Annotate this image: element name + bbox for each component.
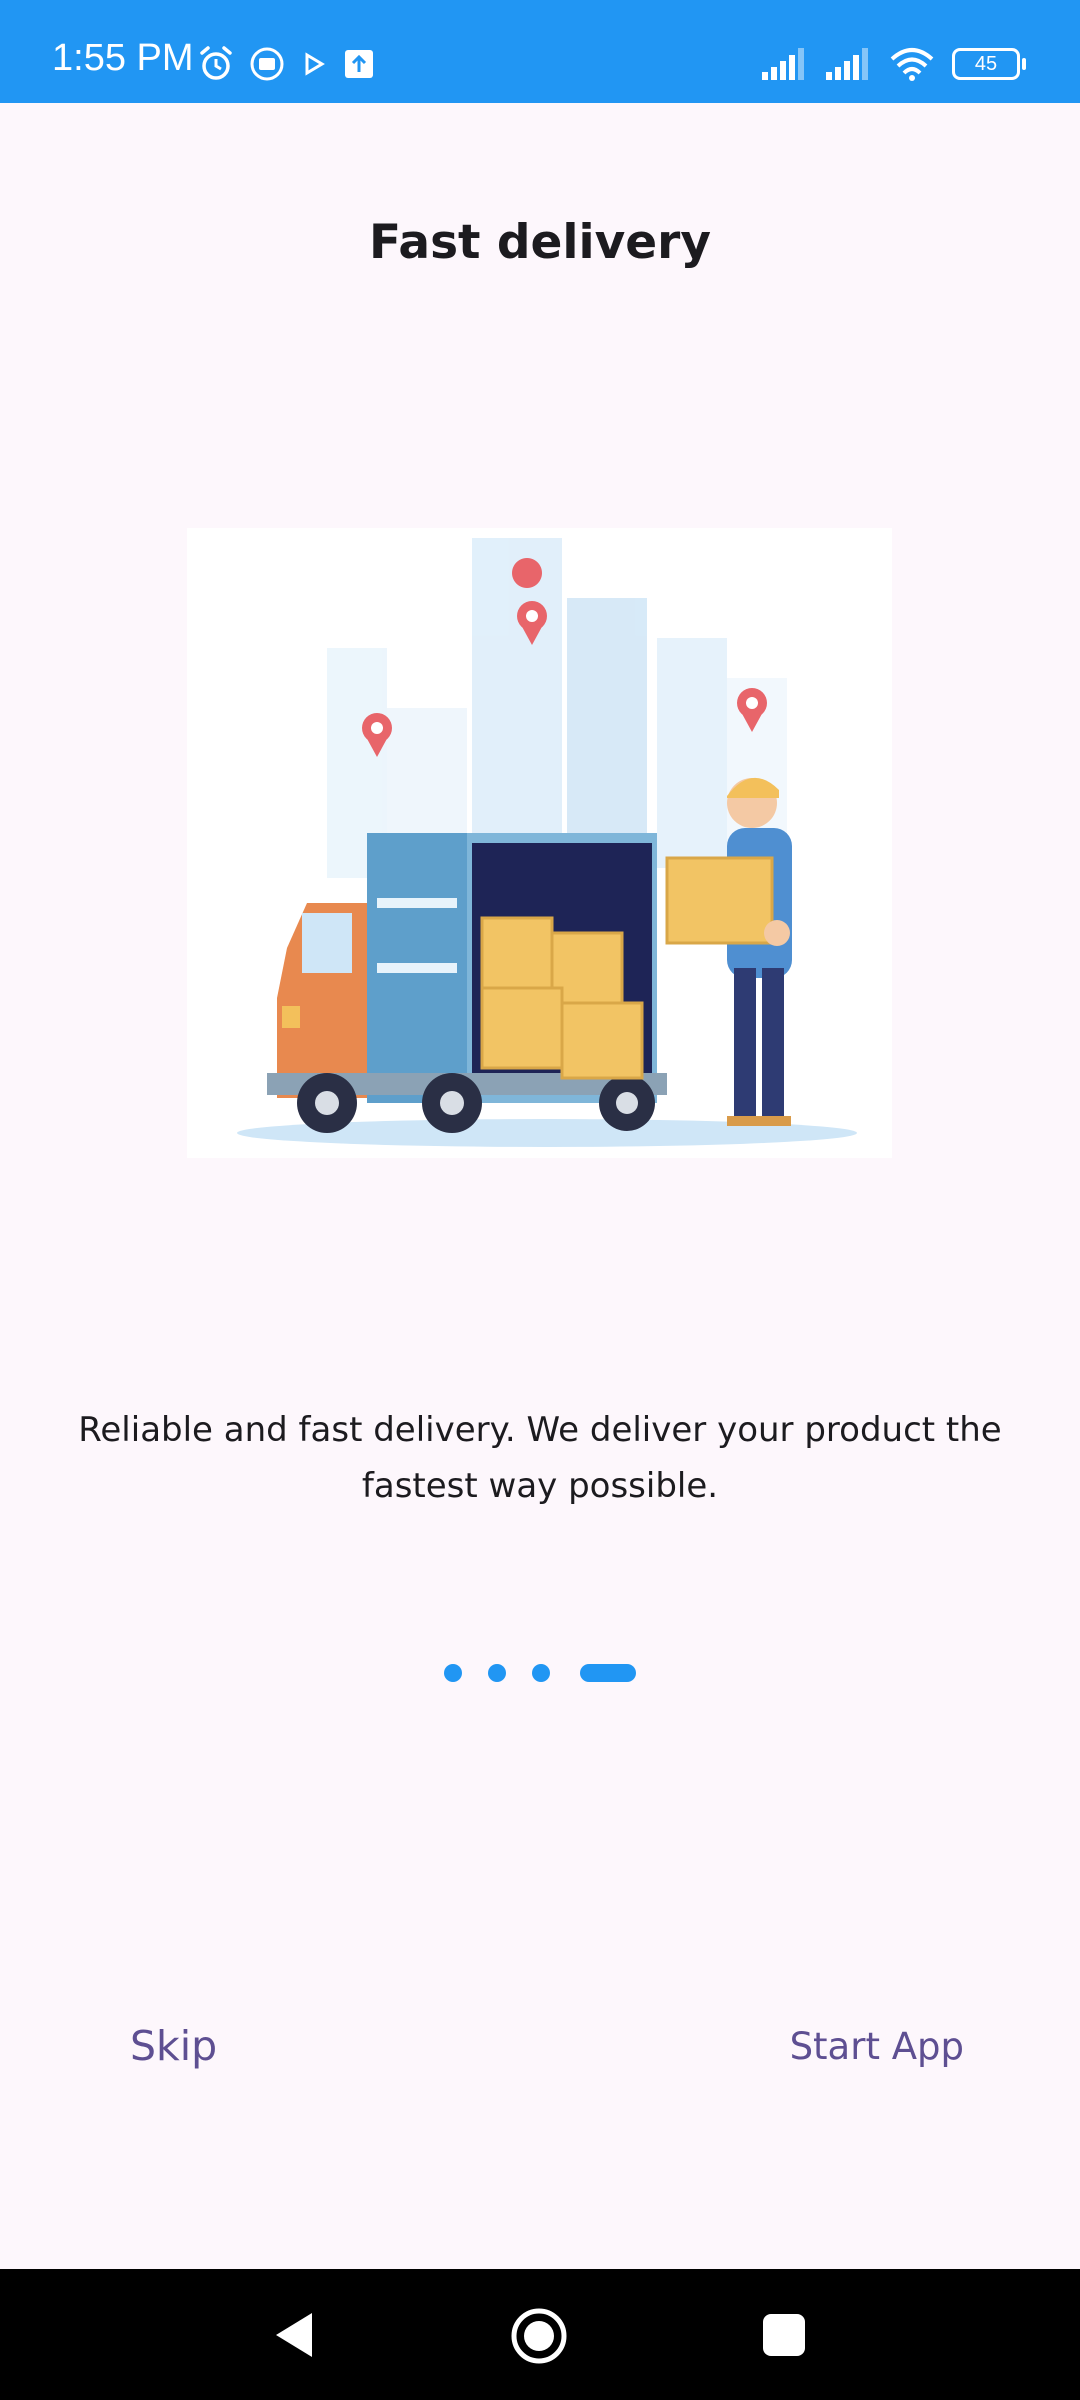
page-dot-1[interactable]	[444, 1664, 462, 1682]
status-bar: 1:55 PM 45	[0, 0, 1080, 103]
page-title: Fast delivery	[369, 215, 711, 270]
skip-button[interactable]: Skip	[130, 2022, 217, 2070]
page-dot-3[interactable]	[532, 1664, 550, 1682]
signal-icon	[826, 48, 868, 80]
onboarding-description: Reliable and fast delivery. We deliver y…	[78, 1410, 1002, 1506]
status-icons-right: 45	[762, 44, 1026, 84]
upload-icon	[345, 50, 373, 78]
start-app-button[interactable]: Start App	[790, 2025, 964, 2068]
recents-icon[interactable]	[763, 2314, 805, 2356]
delivery-illustration	[187, 528, 892, 1158]
page-dot-2[interactable]	[488, 1664, 506, 1682]
status-icons-left	[197, 44, 375, 84]
back-icon[interactable]	[270, 2309, 316, 2361]
home-icon[interactable]	[510, 2307, 568, 2365]
screen-record-icon	[250, 47, 284, 81]
alarm-icon	[200, 46, 232, 80]
status-time: 1:55 PM	[52, 37, 194, 79]
page-dot-4-active[interactable]	[580, 1664, 636, 1682]
page-indicator	[0, 1662, 1080, 1684]
wifi-icon	[890, 48, 934, 81]
play-store-icon	[305, 52, 325, 76]
battery-icon: 45	[952, 48, 1026, 80]
navigation-bar	[0, 2269, 1080, 2400]
signal-icon	[762, 48, 804, 80]
